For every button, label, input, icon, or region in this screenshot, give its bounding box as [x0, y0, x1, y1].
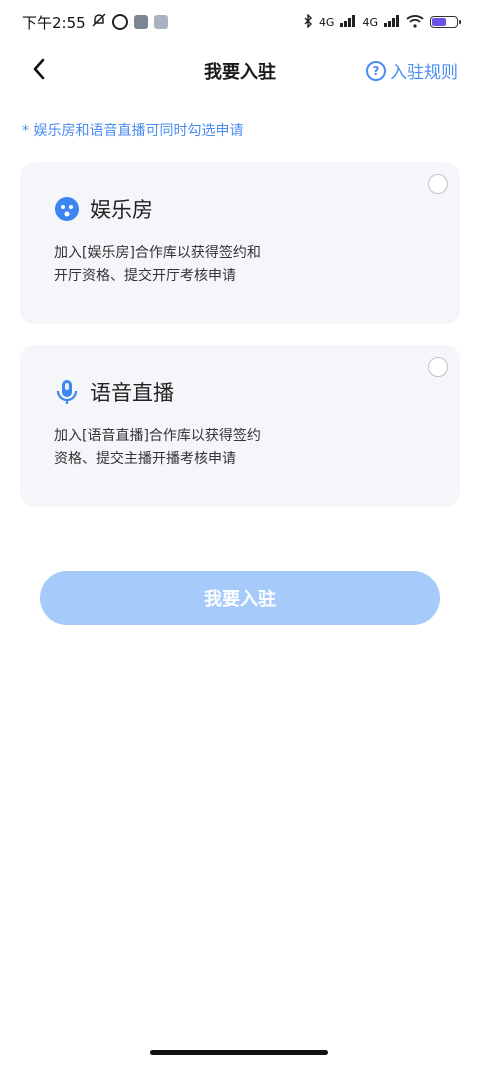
status-bar: 下午2:55 4G 4G [0, 0, 480, 44]
alarm-clock-icon [111, 14, 128, 30]
chevron-left-icon [32, 58, 46, 84]
selection-tip: * 娱乐房和语音直播可同时勾选申请 [22, 123, 244, 139]
status-right: 4G 4G [303, 12, 461, 31]
help-circle-icon: ? [366, 60, 386, 81]
signal-label: 4G [318, 15, 335, 29]
page-title: 我要入驻 [204, 62, 276, 83]
signal-bars-icon-2 [384, 14, 400, 30]
rules-label: 入驻规则 [390, 63, 458, 83]
wifi-icon [406, 14, 424, 31]
option-card-voice-live[interactable]: 语音直播 加入[语音直播]合作库以获得签约 资格、提交主播开播考核申请 [20, 345, 460, 507]
smiley-face-icon [54, 196, 80, 222]
option-description-line: 加入[语音直播]合作库以获得签约 [54, 428, 261, 444]
status-left: 下午2:55 [22, 12, 168, 33]
signal-label-2: 4G [362, 15, 378, 29]
option-title: 语音直播 [90, 381, 174, 405]
home-indicator[interactable] [150, 1050, 328, 1055]
microphone-icon [54, 379, 80, 405]
bluetooth-icon [303, 12, 313, 31]
nav-bar: 我要入驻 ? 入驻规则 [0, 44, 480, 98]
battery-icon [430, 16, 461, 28]
option-description: 加入[语音直播]合作库以获得签约 资格、提交主播开播考核申请 [54, 425, 324, 471]
back-button[interactable] [26, 58, 52, 84]
option-description: 加入[娱乐房]合作库以获得签约和 开厅资格、提交开厅考核申请 [54, 242, 324, 288]
option-header: 娱乐房 [54, 194, 153, 224]
app-notification-icon-2 [153, 15, 168, 29]
rules-link[interactable]: ? 入驻规则 [366, 58, 458, 83]
submit-apply-button[interactable]: 我要入驻 [40, 571, 440, 625]
option-description-line: 加入[娱乐房]合作库以获得签约和 [54, 245, 261, 261]
mute-bell-icon [92, 13, 106, 31]
option-description-line: 开厅资格、提交开厅考核申请 [54, 268, 236, 284]
status-time: 下午2:55 [22, 13, 86, 32]
signal-bars-icon [340, 14, 356, 30]
option-header: 语音直播 [54, 377, 174, 407]
option-card-entertainment-room[interactable]: 娱乐房 加入[娱乐房]合作库以获得签约和 开厅资格、提交开厅考核申请 [20, 162, 460, 324]
option-radio[interactable] [428, 357, 448, 377]
app-notification-icon [133, 15, 148, 29]
option-radio[interactable] [428, 174, 448, 194]
option-title: 娱乐房 [90, 198, 153, 222]
option-description-line: 资格、提交主播开播考核申请 [54, 451, 236, 467]
